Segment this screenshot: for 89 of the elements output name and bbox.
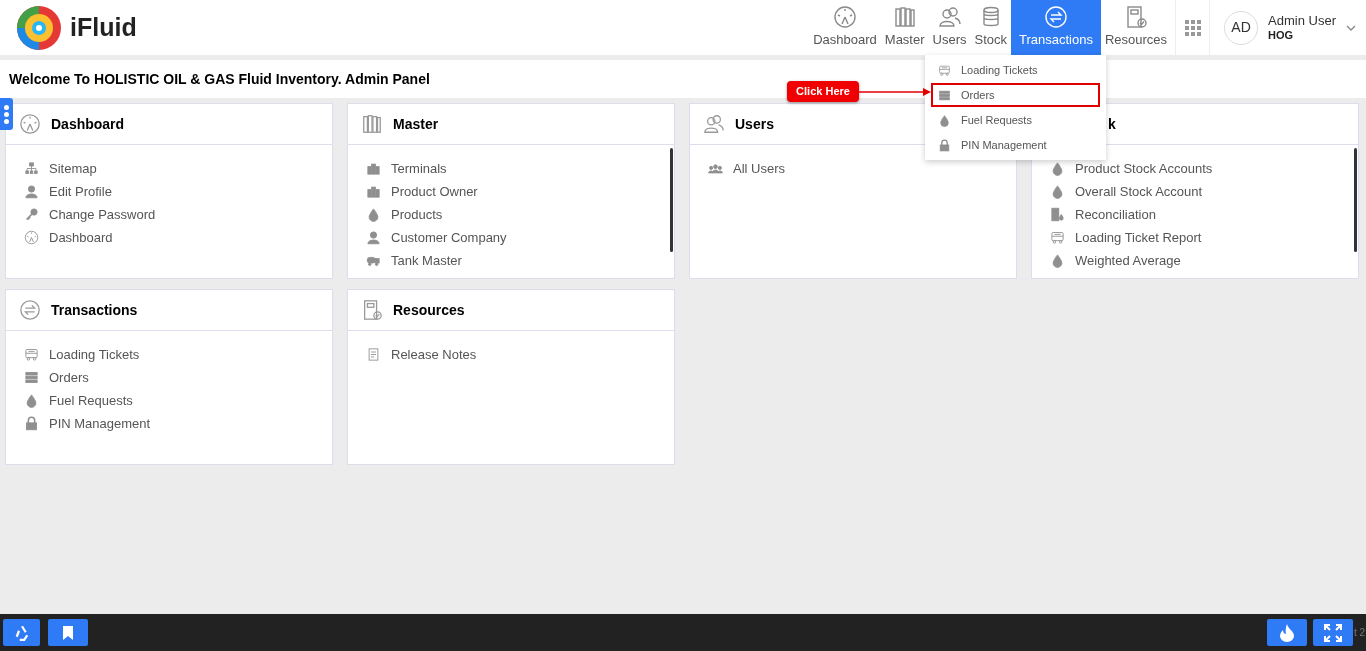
list-icon [938, 88, 951, 102]
bookmark-button[interactable] [48, 619, 88, 646]
scrollbar[interactable] [670, 148, 673, 252]
nav-tab[interactable]: Stock [970, 0, 1011, 55]
logo-icon [16, 4, 62, 51]
person-icon [366, 230, 381, 245]
books-icon [892, 5, 917, 30]
list-icon [24, 370, 39, 385]
card-title: Transactions [51, 300, 138, 320]
footer-text: t 2 [1353, 626, 1365, 640]
card-title: Users [735, 114, 774, 134]
card-link[interactable]: Product Stock Accounts [1075, 158, 1213, 179]
card-link[interactable]: Fuel Requests [49, 390, 133, 411]
gauge-icon [833, 5, 857, 30]
drop-icon [1050, 161, 1065, 176]
card-link[interactable]: Reconciliation [1075, 204, 1156, 225]
arrow-pointer [859, 86, 931, 97]
users-icon [703, 113, 725, 135]
logo-text: iFluid [70, 11, 137, 43]
dropdown-item[interactable]: Orders [931, 83, 1100, 107]
dropdown-item[interactable]: PIN Management [931, 133, 1100, 157]
card-link[interactable]: Edit Profile [49, 181, 112, 202]
drop-icon [1050, 184, 1065, 199]
callout-label: Click Here [787, 81, 859, 102]
document-icon [366, 347, 381, 362]
lock-icon [24, 416, 39, 431]
buildings-icon [366, 184, 381, 199]
card-link[interactable]: Orders [49, 367, 89, 388]
welcome-text: Welcome To HOLISTIC OIL & GAS Fluid Inventory. Admin Panel [9, 69, 430, 89]
card-link[interactable]: Products [391, 204, 443, 225]
user-name: Admin User [1268, 12, 1336, 28]
card-link[interactable]: Overall Stock Account [1075, 181, 1203, 202]
card-link[interactable]: Terminals [391, 158, 447, 179]
nav-tab[interactable]: Dashboard [809, 0, 881, 55]
user-org: HOG [1268, 27, 1295, 43]
card-link[interactable]: Sitemap [49, 158, 97, 179]
nav-tab[interactable]: Transactions [1011, 0, 1101, 55]
scrollbar[interactable] [1354, 148, 1357, 252]
notebook-icon [1124, 5, 1148, 30]
drop-icon [366, 207, 381, 222]
lock-icon [938, 138, 951, 152]
gauge-icon [19, 113, 41, 135]
books-icon [361, 113, 383, 135]
arrows-icon [1043, 5, 1068, 30]
card-title: Dashboard [51, 114, 125, 134]
nav-tab[interactable]: Resources [1100, 0, 1172, 55]
card-link[interactable]: Loading Ticket Report [1075, 227, 1202, 248]
sitemap-icon [24, 161, 39, 176]
side-tab[interactable] [0, 98, 13, 130]
arrows-icon [19, 299, 41, 321]
nav-tab[interactable]: Master [880, 0, 929, 55]
drop-icon [24, 393, 39, 408]
flame-button[interactable] [1267, 619, 1307, 646]
dropdown-item[interactable]: Fuel Requests [931, 108, 1100, 132]
group-icon [708, 161, 723, 176]
card-link[interactable]: Loading Tickets [49, 344, 140, 365]
notebook-icon [361, 299, 383, 321]
recycle-button[interactable] [3, 619, 40, 646]
card-link[interactable]: Tank Master [391, 250, 462, 271]
flame-icon [1279, 623, 1295, 642]
buildings-icon [366, 161, 381, 176]
nav-tab[interactable]: Users [928, 0, 971, 55]
card-link[interactable]: All Users [733, 158, 785, 179]
card-link[interactable]: PIN Management [49, 413, 151, 434]
expand-icon [1324, 623, 1342, 642]
person-icon [24, 184, 39, 199]
card-link[interactable]: Release Notes [391, 344, 477, 365]
card-title: k [1108, 114, 1116, 134]
chevron-down-icon[interactable] [1346, 24, 1356, 31]
card-link[interactable]: Dashboard [49, 227, 113, 248]
barrels-icon [1050, 207, 1065, 222]
users-icon [937, 5, 962, 30]
card-link[interactable]: Product Owner [391, 181, 478, 202]
card-link[interactable]: Change Password [49, 204, 156, 225]
card-link[interactable]: Customer Company [391, 227, 507, 248]
truck-icon [1050, 230, 1065, 245]
apps-grid-icon[interactable] [1184, 19, 1201, 36]
drop-icon [1050, 253, 1065, 268]
card-link[interactable]: Weighted Average [1075, 250, 1181, 271]
key-icon [24, 207, 39, 222]
truck-icon [24, 347, 39, 362]
drop-icon [938, 113, 951, 127]
fullscreen-button[interactable] [1313, 619, 1353, 646]
card-title: Master [393, 114, 439, 134]
dropdown-item[interactable]: Loading Tickets [931, 58, 1100, 82]
card-title: Resources [393, 300, 465, 320]
gauge-icon [24, 230, 39, 245]
truck-icon [938, 63, 951, 77]
bookmark-icon [62, 625, 74, 640]
